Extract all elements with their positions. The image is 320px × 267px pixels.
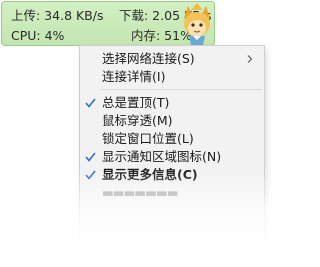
menu-item-lock-position[interactable]: 锁定窗口位置(L) [80,130,264,148]
menu-item-label: 鼠标穿透(M) [102,113,173,128]
faded-menu-text: ▬▬▬▬▬▬▬ [102,185,179,200]
upload-speed: 上传: 34.8 KB/s [11,8,104,23]
menu-item-connection-details[interactable]: 连接详情(I) [80,68,264,86]
traffic-monitor-window[interactable]: 上传: 34.8 KB/s 下载: 2.05 KB/s CPU: 4% 内存: … [1,1,215,46]
cpu-usage: CPU: 4% [11,28,65,43]
context-menu: 选择网络连接(S) 连接详情(I) 总是置顶(T) 鼠标穿透(M) 锁定窗口位置… [79,45,265,267]
mascot-icon [184,3,210,45]
menu-separator [100,89,262,90]
menu-item-faded: ▬▬▬▬▬▬▬ [80,184,264,202]
menu-item-show-tray-icon[interactable]: 显示通知区域图标(N) [80,148,264,166]
menu-item-select-connection[interactable]: 选择网络连接(S) [80,50,264,68]
menu-item-label: 显示通知区域图标(N) [102,149,222,164]
menu-item-label: 总是置顶(T) [102,95,170,110]
menu-item-show-more-info[interactable]: 显示更多信息(C) [80,166,264,184]
menu-item-label: 锁定窗口位置(L) [102,131,194,146]
check-icon [85,98,96,108]
menu-item-mouse-penetrate[interactable]: 鼠标穿透(M) [80,112,264,130]
screenshot-stage: 上传: 34.8 KB/s 下载: 2.05 KB/s CPU: 4% 内存: … [0,0,277,267]
menu-item-label: 显示更多信息(C) [102,167,198,182]
check-icon [85,170,96,180]
menu-item-label: 连接详情(I) [102,69,166,84]
submenu-arrow-icon [247,55,253,63]
menu-item-always-on-top[interactable]: 总是置顶(T) [80,94,264,112]
check-icon [85,152,96,162]
menu-item-label: 选择网络连接(S) [102,51,195,66]
